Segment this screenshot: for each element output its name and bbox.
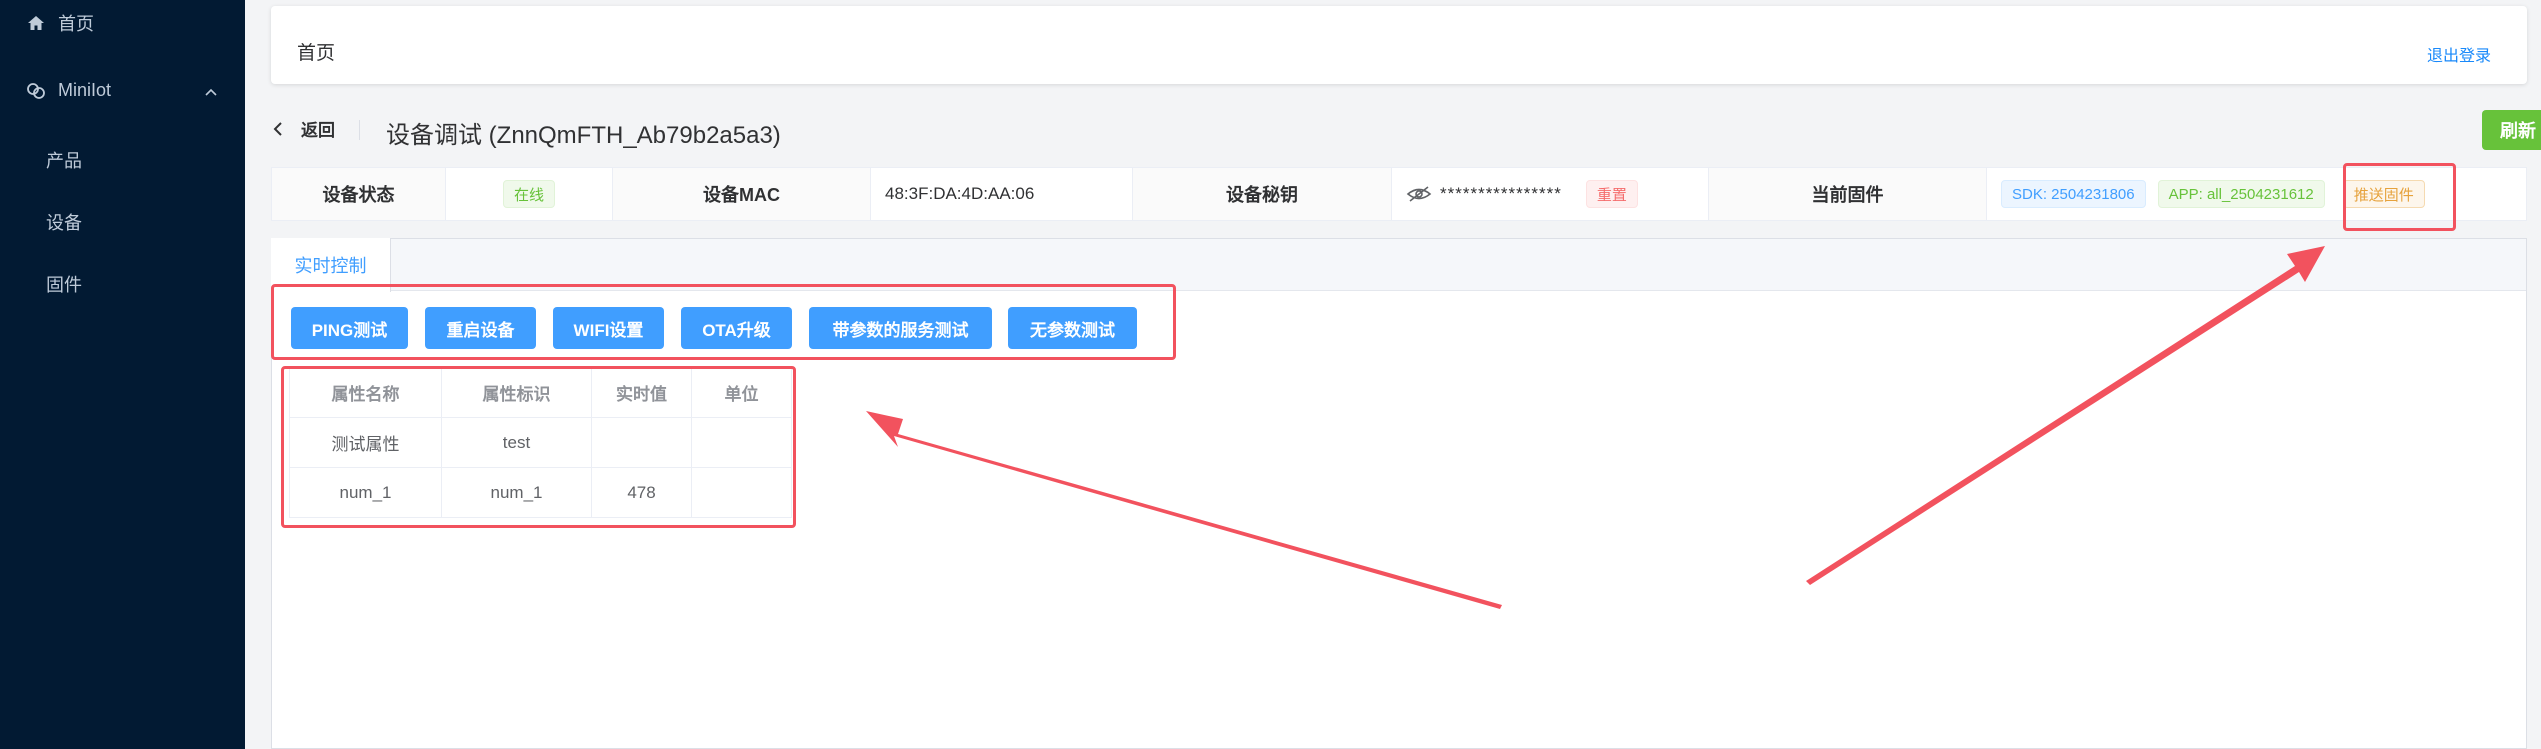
table-row: num_1 num_1 478 [289,467,792,518]
mac-label: 设备MAC [613,168,871,220]
app-version-badge: APP: all_2504231612 [2157,180,2325,208]
ota-upgrade-button[interactable]: OTA升级 [681,307,792,349]
link-icon [26,81,46,101]
status-label: 设备状态 [272,168,446,220]
table-cell: 测试属性 [289,417,442,468]
table-cell: 478 [591,467,692,518]
table-row: 测试属性 test [289,417,792,468]
secret-value: **************** [1440,184,1562,203]
no-param-test-button[interactable]: 无参数测试 [1008,307,1137,349]
refresh-button[interactable]: 刷新 [2482,110,2541,150]
property-table: 属性名称 属性标识 实时值 单位 测试属性 test num_1 num_1 4… [289,367,792,518]
sidebar-item-label: 首页 [58,14,94,34]
table-cell: num_1 [289,467,442,518]
table-cell [691,467,792,518]
sidebar-item-device[interactable]: 设备 [46,209,82,235]
sidebar-item-product[interactable]: 产品 [46,147,82,173]
push-firmware-button[interactable]: 推送固件 [2342,180,2425,208]
column-header: 实时值 [591,367,692,418]
breadcrumb[interactable]: 首页 [297,38,335,65]
mac-value: 48:3F:DA:4D:AA:06 [871,168,1133,220]
logout-link[interactable]: 退出登录 [2427,42,2491,66]
page-header: 返回 设备调试 (ZnnQmFTH_Ab79b2a5a3) 刷新 [271,110,2541,150]
sidebar-item-firmware[interactable]: 固件 [46,271,82,297]
divider [359,120,360,140]
column-header: 单位 [691,367,792,418]
eye-off-icon[interactable] [1406,185,1432,203]
back-label: 返回 [301,121,335,140]
table-cell: num_1 [441,467,592,518]
table-cell [591,417,692,468]
table-cell [691,417,792,468]
reset-button[interactable]: 重置 [1585,180,1638,208]
chevron-up-icon[interactable] [204,86,218,100]
device-info: 设备状态 在线 设备MAC 48:3F:DA:4D:AA:06 设备秘钥 ***… [271,167,2527,221]
reboot-device-button[interactable]: 重启设备 [425,307,536,349]
page-title: 设备调试 (ZnnQmFTH_Ab79b2a5a3) [386,122,781,149]
tab-realtime-control[interactable]: 实时控制 [271,238,391,292]
wifi-settings-button[interactable]: WIFI设置 [553,307,664,349]
param-service-test-button[interactable]: 带参数的服务测试 [809,307,992,349]
table-cell: test [441,417,592,468]
tab-panel: 实时控制 PING测试 重启设备 WIFI设置 OTA升级 带参数的服务测试 无… [271,238,2527,749]
main-area: 首页 退出登录 返回 设备调试 (ZnnQmFTH_Ab79b2a5a3) 刷新… [245,0,2541,749]
top-navbar: 首页 退出登录 [271,6,2527,84]
ping-test-button[interactable]: PING测试 [291,307,408,349]
table-header-row: 属性名称 属性标识 实时值 单位 [289,367,792,418]
sdk-version-badge: SDK: 2504231806 [2001,180,2146,208]
firmware-label: 当前固件 [1709,168,1987,220]
column-header: 属性名称 [289,367,442,418]
sidebar-item-label: MiniIot [58,80,112,100]
sidebar-item-home[interactable]: 首页 [26,10,94,36]
back-button[interactable]: 返回 [271,116,335,141]
sidebar: 首页 MiniIot 产品 设备 固件 [0,0,245,749]
home-icon [26,13,46,33]
status-badge: 在线 [502,180,555,208]
column-header: 属性标识 [441,367,592,418]
tab-bar: 实时控制 [271,238,2526,292]
chevron-left-icon [273,121,282,136]
sidebar-item-minilot[interactable]: MiniIot [26,80,111,101]
secret-label: 设备秘钥 [1133,168,1392,220]
